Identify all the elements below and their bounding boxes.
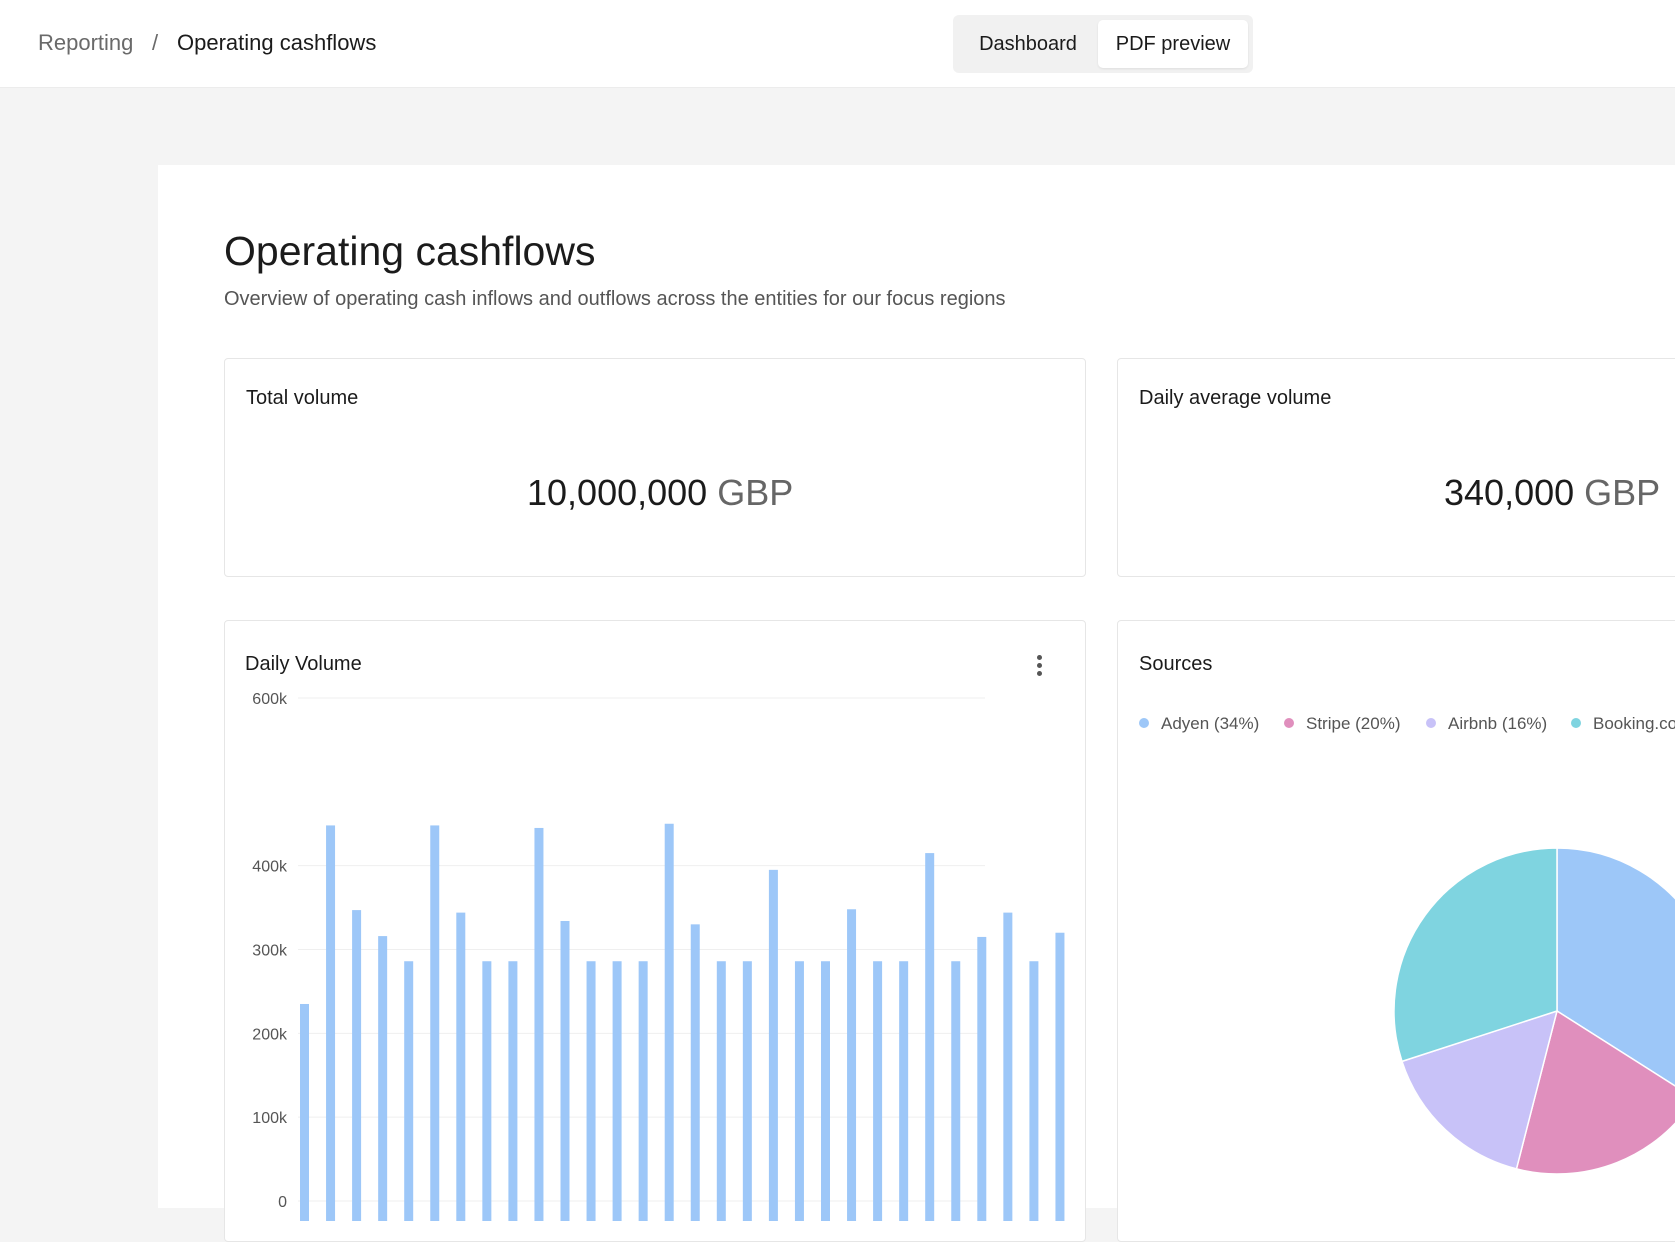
daily-volume-chart: 0 100k 200k 300k 400k 600k (252, 691, 1065, 1221)
daily-volume-card: Daily Volume 0 100k 200k 300k 400k 600k (224, 620, 1086, 1242)
bar[interactable] (404, 961, 414, 1221)
y-tick-label: 400k (252, 859, 288, 876)
bar[interactable] (1029, 961, 1039, 1221)
pdf-preview-tab[interactable]: PDF preview (1098, 20, 1248, 68)
bar[interactable] (534, 827, 544, 1221)
bar[interactable] (508, 961, 518, 1221)
daily-average-unit: GBP (1584, 472, 1661, 513)
bar[interactable] (873, 961, 883, 1221)
bar[interactable] (300, 1003, 309, 1221)
bar[interactable] (456, 912, 466, 1221)
bar[interactable] (326, 825, 336, 1221)
daily-average-card: Daily average volume 340,000 GBP (1117, 358, 1675, 577)
bar[interactable] (716, 961, 726, 1221)
bar[interactable] (638, 961, 648, 1221)
dashboard-tab[interactable]: Dashboard (958, 20, 1098, 68)
total-volume-card: Total volume 10,000,000 GBP (224, 358, 1086, 577)
top-bar: Reporting / Operating cashflows Dashboar… (0, 0, 1675, 88)
y-tick-label: 600k (252, 691, 288, 708)
bar[interactable] (1003, 912, 1013, 1221)
bar[interactable] (821, 961, 830, 1221)
daily-average-amount: 340,000 (1444, 472, 1575, 513)
bar[interactable] (690, 924, 700, 1221)
total-volume-amount: 10,000,000 (527, 472, 708, 513)
breadcrumb-separator: / (152, 30, 159, 55)
bar[interactable] (925, 853, 935, 1221)
total-volume-title: Total volume (246, 387, 359, 409)
bar[interactable] (794, 961, 804, 1221)
daily-average-value: 340,000 GBP (1444, 472, 1660, 514)
y-tick-label: 300k (252, 943, 288, 960)
bar[interactable] (482, 961, 492, 1221)
bar[interactable] (847, 909, 857, 1221)
sources-card: Sources Adyen (34%) Stripe (20%) Airbnb … (1117, 620, 1675, 1242)
bar[interactable] (378, 936, 388, 1221)
bar[interactable] (352, 910, 362, 1221)
bar[interactable] (951, 961, 961, 1221)
breadcrumb-reporting-link[interactable]: Reporting (38, 30, 133, 56)
bar[interactable] (742, 961, 752, 1221)
total-volume-value: 10,000,000 GBP (527, 472, 793, 514)
bar[interactable] (977, 936, 987, 1221)
bar[interactable] (430, 825, 440, 1221)
total-volume-unit: GBP (717, 472, 794, 513)
y-tick-label: 0 (278, 1194, 287, 1211)
page-title: Operating cashflows (224, 228, 596, 274)
bar[interactable] (560, 920, 570, 1221)
view-toggle: Dashboard PDF preview (953, 15, 1253, 73)
bar[interactable] (586, 961, 596, 1221)
page-subtitle: Overview of operating cash inflows and o… (224, 288, 1006, 310)
breadcrumb-current: Operating cashflows (177, 30, 377, 55)
bar[interactable] (612, 961, 622, 1221)
bar[interactable] (768, 869, 778, 1221)
y-tick-label: 100k (252, 1110, 288, 1127)
y-tick-label: 200k (252, 1026, 288, 1043)
bar[interactable] (899, 961, 909, 1221)
bar[interactable] (664, 823, 674, 1221)
daily-average-title: Daily average volume (1139, 387, 1332, 409)
bar[interactable] (1055, 932, 1065, 1221)
sources-pie-chart (1393, 847, 1675, 1175)
